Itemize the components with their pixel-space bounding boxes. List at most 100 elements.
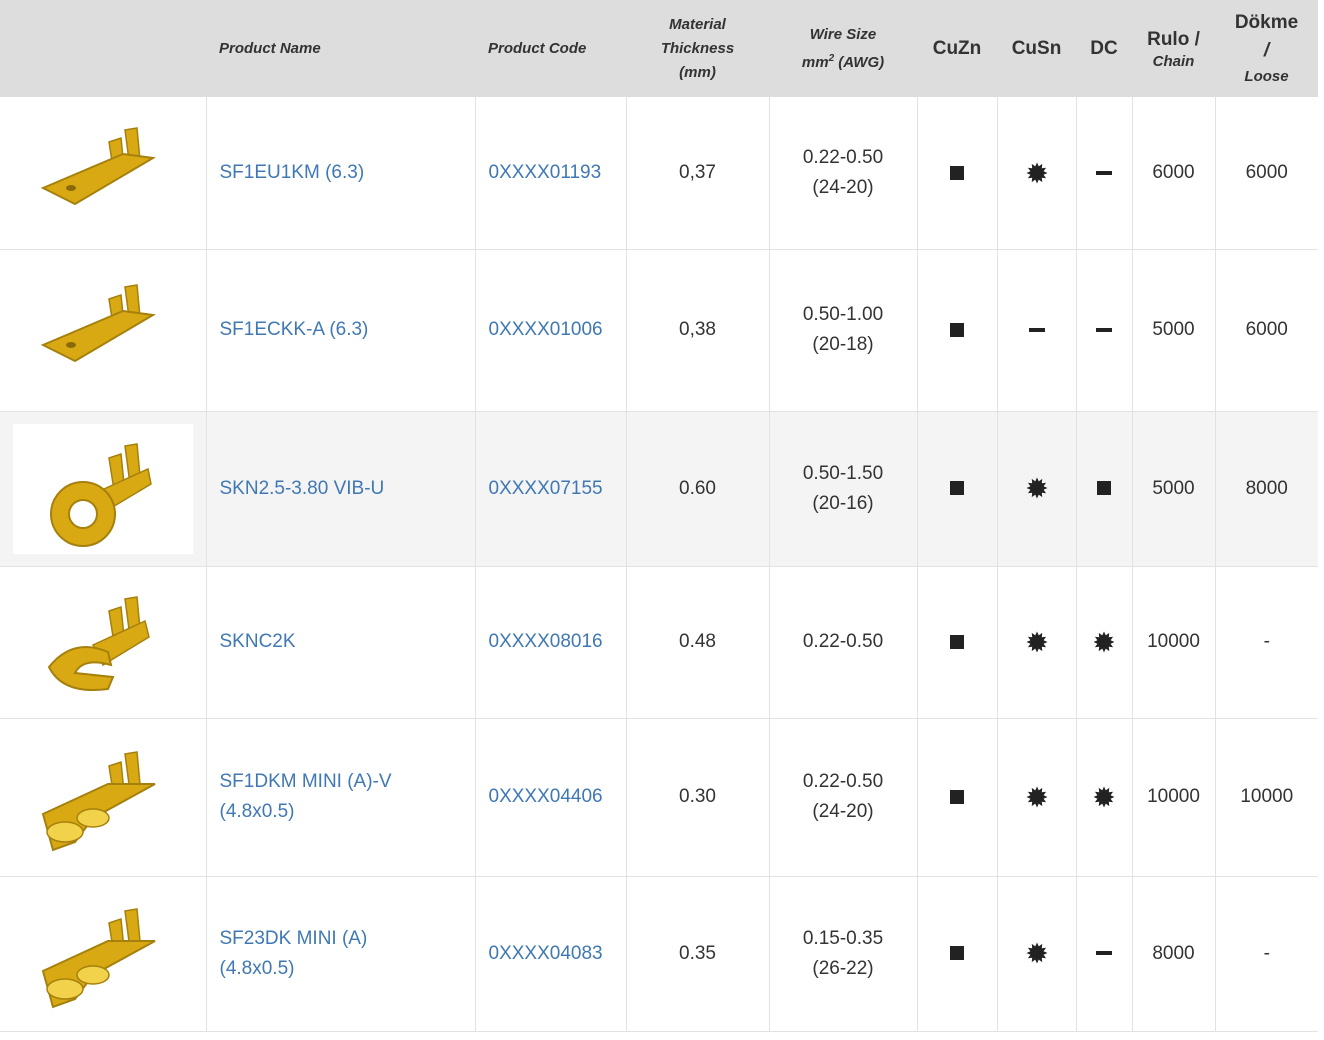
flat-male-terminal-image <box>13 265 193 395</box>
table-row: SF1ECKK-A (6.3) 0XXXX01006 0,38 0.50-1.0… <box>0 249 1318 411</box>
rulo-chain-qty: 6000 <box>1132 97 1216 249</box>
dc-cell <box>1076 249 1133 411</box>
wire-size: 0.50-1.00 (20-18) <box>769 249 918 411</box>
material-thickness: 0.30 <box>626 718 770 876</box>
cuzn-cell <box>917 566 998 718</box>
dokme-loose-qty: 10000 <box>1240 786 1294 807</box>
female-receptacle-terminal-image <box>13 732 193 862</box>
cusn-cell <box>997 249 1077 411</box>
product-name-link[interactable]: SF1EU1KM (6.3) <box>206 97 476 249</box>
dc-star-icon <box>1093 631 1115 653</box>
dc-dash-icon <box>1096 951 1112 956</box>
ring-terminal-image <box>12 423 193 554</box>
rulo-chain-qty: 5000 <box>1132 249 1216 411</box>
table-row: SF1DKM MINI (A)-V (4.8x0.5) 0XXXX04406 0.… <box>0 718 1318 876</box>
wire-size: 0.15-0.35 (26-22) <box>769 876 918 1031</box>
dc-dash-icon <box>1096 170 1112 175</box>
rulo-chain-qty: 10000 <box>1132 566 1216 718</box>
product-image[interactable] <box>0 249 207 411</box>
cusn-star-icon <box>1026 162 1048 184</box>
female-receptacle-terminal-image <box>13 889 193 1019</box>
product-name-link[interactable]: SKN2.5-3.80 VIB-U <box>206 411 476 566</box>
dc-dash-icon <box>1096 327 1112 332</box>
wire-size: 0.22-0.50 (24-20) <box>769 718 918 876</box>
product-name-link[interactable]: SKNC2K <box>206 566 476 718</box>
product-image[interactable] <box>0 566 207 718</box>
material-thickness: 0.48 <box>626 566 770 718</box>
product-image[interactable] <box>0 876 207 1031</box>
cuzn-cell <box>917 876 998 1031</box>
product-code-link[interactable]: 0XXXX04406 <box>475 718 627 876</box>
table-row: SKNC2K 0XXXX08016 0.48 0.22-0.50 10000 - <box>0 566 1318 718</box>
cusn-cell <box>997 566 1077 718</box>
wire-size: 0.22-0.50 (24-20) <box>769 97 918 249</box>
rulo-chain-qty: 5000 <box>1132 411 1216 566</box>
product-image[interactable] <box>0 718 207 876</box>
wire-size: 0.22-0.50 <box>769 566 918 718</box>
material-thickness: 0,37 <box>626 97 770 249</box>
cuzn-cell <box>917 411 998 566</box>
product-code-link[interactable]: 0XXXX04083 <box>475 876 627 1031</box>
cuzn-square-icon <box>950 165 964 180</box>
cuzn-cell <box>917 97 998 249</box>
cusn-cell <box>997 718 1077 876</box>
dokme-loose-qty: 8000 <box>1245 477 1288 499</box>
cuzn-square-icon <box>950 634 964 649</box>
product-name-link[interactable]: SF1DKM MINI (A)-V (4.8x0.5) <box>206 718 476 876</box>
table-header: Product Name Product Code Material Thick… <box>0 0 1318 97</box>
table-row: SF1EU1KM (6.3) 0XXXX01193 0,37 0.22-0.50… <box>0 97 1318 249</box>
header-dc: DC <box>1090 37 1118 59</box>
header-product-code: Product Code <box>488 39 587 57</box>
material-thickness: 0,38 <box>626 249 770 411</box>
dc-cell <box>1076 566 1133 718</box>
flat-male-terminal-icon <box>40 284 156 363</box>
cuzn-cell <box>917 249 998 411</box>
product-name-link[interactable]: SF23DK MINI (A) (4.8x0.5) <box>206 876 476 1031</box>
product-code-link[interactable]: 0XXXX08016 <box>475 566 627 718</box>
cusn-cell <box>997 97 1077 249</box>
header-cuzn: CuZn <box>932 37 982 59</box>
cuzn-square-icon <box>950 789 964 804</box>
product-table: Product Name Product Code Material Thick… <box>0 0 1318 1032</box>
table-row: SKN2.5-3.80 VIB-U 0XXXX07155 0.60 0.50-1… <box>0 411 1318 566</box>
dokme-loose-qty: 6000 <box>1245 319 1288 340</box>
dc-star-icon <box>1093 786 1115 808</box>
product-image[interactable] <box>0 97 207 249</box>
dc-square-icon <box>1097 481 1111 496</box>
header-image <box>0 0 206 97</box>
cusn-star-icon <box>1026 631 1048 653</box>
dokme-loose-qty: - <box>1263 631 1270 652</box>
dokme-loose-qty: 6000 <box>1245 161 1288 183</box>
material-thickness: 0.35 <box>626 876 770 1031</box>
cuzn-square-icon <box>950 481 964 496</box>
product-name-link[interactable]: SF1ECKK-A (6.3) <box>206 249 476 411</box>
dc-cell <box>1076 718 1133 876</box>
header-product-name: Product Name <box>219 39 321 57</box>
product-code-link[interactable]: 0XXXX01006 <box>475 249 627 411</box>
header-dokme-loose: Dökme / Loose <box>1234 11 1299 85</box>
dc-cell <box>1076 411 1133 566</box>
dc-cell <box>1076 97 1133 249</box>
table-row: SF23DK MINI (A) (4.8x0.5) 0XXXX04083 0.35… <box>0 876 1318 1031</box>
dc-cell <box>1076 876 1133 1031</box>
cusn-star-icon <box>1026 942 1048 964</box>
product-code-link[interactable]: 0XXXX01193 <box>475 97 627 249</box>
fork-terminal-icon <box>47 596 150 691</box>
cusn-star-icon <box>1026 786 1048 808</box>
cuzn-cell <box>917 718 998 876</box>
cuzn-square-icon <box>950 322 964 337</box>
header-material-thickness: Material Thickness (mm) <box>660 15 735 81</box>
product-code-link[interactable]: 0XXXX07155 <box>475 411 627 566</box>
cusn-dash-icon <box>1028 327 1045 332</box>
product-image[interactable] <box>0 411 207 566</box>
wire-size: 0.50-1.50 (20-16) <box>769 411 918 566</box>
female-receptacle-terminal-icon <box>41 751 156 852</box>
rulo-chain-qty: 8000 <box>1132 876 1216 1031</box>
ring-terminal-icon <box>49 442 152 547</box>
header-wire-size: Wire Size mm2 (AWG) <box>801 25 885 71</box>
material-thickness: 0.60 <box>626 411 770 566</box>
flat-male-terminal-image <box>13 108 193 238</box>
header-rulo-chain: Rulo / Chain <box>1147 29 1200 70</box>
dokme-loose-qty: - <box>1263 942 1270 964</box>
cuzn-square-icon <box>950 946 964 961</box>
